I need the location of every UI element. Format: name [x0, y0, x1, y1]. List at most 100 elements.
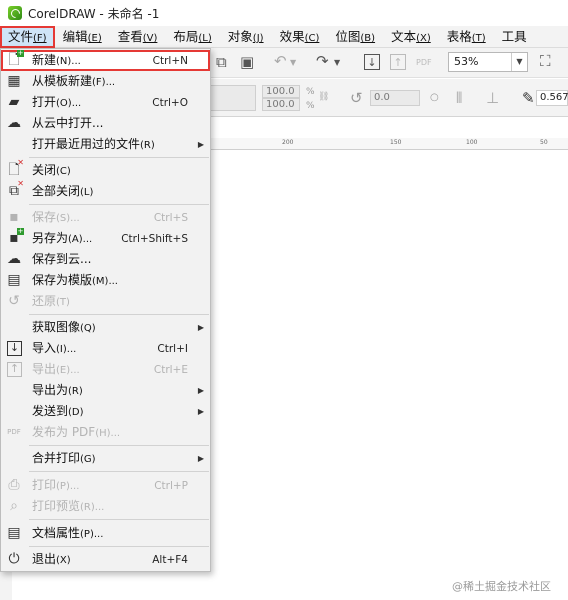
menu-bar: 文件(F) 编辑(E) 查看(V) 布局(L) 对象(J) 效果(C) 位图(B…	[0, 26, 568, 48]
menu-separator	[29, 546, 209, 547]
menu-separator	[29, 519, 209, 520]
mirror-vertical-icon[interactable]: ⊥	[486, 90, 499, 106]
menu-table[interactable]: 表格(T)	[439, 26, 494, 48]
submenu-arrow-icon: ▶	[197, 323, 204, 332]
lock-ratio-icon[interactable]: ⛓	[318, 89, 329, 105]
menu-edit[interactable]: 编辑(E)	[55, 26, 110, 48]
outline-width-field[interactable]: 0.567	[536, 90, 568, 106]
menu-item-close-all[interactable]: ⧉ ✕ 全部关闭(L)	[1, 179, 210, 202]
open-folder-icon: ▰	[8, 94, 20, 110]
close-document-icon: 🗋 ✕	[8, 158, 24, 179]
save-icon: ▪	[9, 209, 19, 225]
submenu-arrow-icon: ▶	[197, 140, 204, 149]
submenu-arrow-icon: ▶	[197, 386, 204, 395]
menu-item-print-preview[interactable]: ⌕ 打印预览(R)...	[1, 496, 210, 517]
import-icon[interactable]: ↓	[364, 54, 380, 70]
menu-effects[interactable]: 效果(C)	[272, 26, 328, 48]
copy-icon[interactable]: ⧉	[216, 54, 227, 70]
menu-item-send-to[interactable]: 发送到(D) ▶	[1, 401, 210, 422]
menu-object[interactable]: 对象(J)	[220, 26, 272, 48]
rotation-field[interactable]: 0.0	[370, 90, 420, 106]
position-field[interactable]	[210, 85, 256, 111]
menu-separator	[29, 157, 209, 158]
menu-item-print-merge[interactable]: 合并打印(G) ▶	[1, 448, 210, 469]
rotation-icon: ↺	[350, 89, 363, 107]
undo-icon[interactable]: ↶	[274, 53, 287, 69]
menu-item-import[interactable]: ↓ 导入(I)... Ctrl+I	[1, 338, 210, 359]
ruler-tick-label: 100	[466, 139, 478, 146]
menu-item-save[interactable]: ▪ 保存(S)... Ctrl+S	[1, 207, 210, 228]
redo-icon[interactable]: ↷	[316, 53, 329, 69]
export-icon: ↑	[7, 362, 22, 377]
menu-item-open-from-cloud[interactable]: ☁ 从云中打开...	[1, 113, 210, 134]
menu-item-open[interactable]: ▰ 打开(O)... Ctrl+O	[1, 92, 210, 113]
export-icon[interactable]: ↑	[390, 54, 406, 70]
mirror-horizontal-icon[interactable]: ⫴	[456, 90, 462, 106]
menu-separator	[29, 471, 209, 472]
window-title: CorelDRAW - 未命名 -1	[28, 6, 160, 21]
ruler-tick-label: 150	[390, 139, 402, 146]
save-as-icon: ▪ +	[9, 227, 24, 246]
undo-dropdown-icon[interactable]: ▼	[290, 55, 296, 71]
menu-item-export[interactable]: ↑ 导出(E)... Ctrl+E	[1, 359, 210, 380]
menu-item-print[interactable]: ⎙ 打印(P)... Ctrl+P	[1, 475, 210, 496]
menu-layout[interactable]: 布局(L)	[165, 26, 219, 48]
pdf-icon: PDF	[7, 428, 21, 436]
menu-file[interactable]: 文件(F)	[0, 26, 55, 48]
menu-item-save-as[interactable]: ▪ + 另存为(A)... Ctrl+Shift+S	[1, 228, 210, 249]
property-bar: 100.0 100.0 % % ⛓ ↺ 0.0 ○ ⫴ ⊥ ✎ 0.567	[210, 79, 568, 117]
save-template-icon: ▤	[7, 272, 21, 288]
menu-separator	[29, 204, 209, 205]
publish-pdf-icon[interactable]: PDF	[416, 55, 432, 71]
chevron-down-icon[interactable]: ▼	[511, 53, 527, 71]
menu-item-revert[interactable]: ↺ 还原(T)	[1, 291, 210, 312]
print-preview-icon: ⌕	[10, 498, 18, 514]
menu-item-export-as[interactable]: 导出为(R) ▶	[1, 380, 210, 401]
paste-icon[interactable]: ▣	[240, 54, 254, 70]
percent-label: %	[306, 101, 315, 111]
ruler-tick-label: 50	[540, 139, 548, 146]
standard-toolbar: ⧉ ▣ ↶ ▼ ↷ ▼ ↓ ↑ PDF 53% ▼ ⛶	[210, 48, 568, 78]
menu-item-exit[interactable]: ⏻ 退出(X) Alt+F4	[1, 549, 210, 570]
menu-item-new[interactable]: 🗋 + 新建(N)... Ctrl+N	[1, 50, 210, 71]
menu-separator	[29, 314, 209, 315]
menu-item-publish-pdf[interactable]: PDF 发布为 PDF(H)...	[1, 422, 210, 443]
cloud-save-icon: ☁	[7, 251, 21, 267]
menu-tools[interactable]: 工具	[494, 26, 535, 48]
menu-item-save-as-template[interactable]: ▤ 保存为模版(M)...	[1, 270, 210, 291]
close-all-icon: ⧉ ✕	[9, 179, 24, 200]
menu-item-save-to-cloud[interactable]: ☁ 保存到云...	[1, 249, 210, 270]
menu-item-document-properties[interactable]: ▤ 文档属性(P)...	[1, 523, 210, 544]
full-screen-icon[interactable]: ⛶	[540, 53, 551, 69]
menu-view[interactable]: 查看(V)	[110, 26, 166, 48]
submenu-arrow-icon: ▶	[197, 407, 204, 416]
ruler-tick-label: 200	[282, 139, 294, 146]
revert-icon: ↺	[8, 293, 20, 309]
coreldraw-logo-icon	[8, 6, 22, 20]
new-from-template-icon: ▦	[7, 73, 21, 89]
menu-item-open-recent[interactable]: 打开最近用过的文件(R) ▶	[1, 134, 210, 155]
redo-dropdown-icon[interactable]: ▼	[334, 55, 340, 71]
menu-bitmaps[interactable]: 位图(B)	[327, 26, 383, 48]
submenu-arrow-icon: ▶	[197, 454, 204, 463]
menu-separator	[29, 445, 209, 446]
menu-text[interactable]: 文本(X)	[383, 26, 439, 48]
zoom-level-select[interactable]: 53% ▼	[448, 52, 528, 72]
horizontal-ruler: 200 150 100 50	[210, 138, 568, 150]
drawing-canvas[interactable]	[210, 150, 568, 600]
outline-pen-icon: ✎	[522, 89, 535, 107]
menu-item-new-from-template[interactable]: ▦ 从模板新建(F)...	[1, 71, 210, 92]
title-bar: CorelDRAW - 未命名 -1	[0, 0, 568, 26]
degree-icon: ○	[430, 92, 439, 103]
watermark: @稀土掘金技术社区	[452, 580, 551, 593]
scale-height-field[interactable]: 100.0	[262, 98, 300, 111]
file-menu-dropdown: 🗋 + 新建(N)... Ctrl+N ▦ 从模板新建(F)... ▰ 打开(O)…	[0, 48, 211, 572]
power-icon: ⏻	[8, 551, 20, 567]
scale-width-field[interactable]: 100.0	[262, 85, 300, 98]
print-icon: ⎙	[8, 477, 20, 493]
import-icon: ↓	[7, 341, 22, 356]
menu-item-acquire-image[interactable]: 获取图像(Q) ▶	[1, 317, 210, 338]
menu-item-close[interactable]: 🗋 ✕ 关闭(C)	[1, 158, 210, 181]
new-document-icon: 🗋 +	[8, 49, 24, 68]
cloud-open-icon: ☁	[7, 115, 21, 131]
